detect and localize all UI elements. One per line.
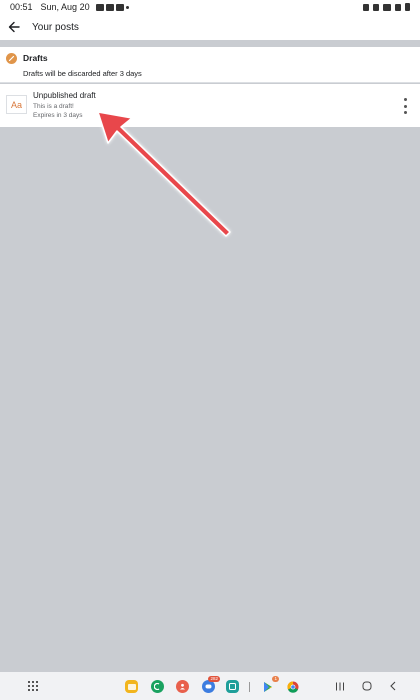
signal-icon: [395, 3, 401, 11]
drafts-section: Drafts Drafts will be discarded after 3 …: [0, 47, 420, 83]
more-vert-dot: [403, 111, 407, 114]
files-app-icon[interactable]: [125, 680, 138, 693]
grid-dot: [28, 681, 30, 683]
draft-expiry: Expires in 3 days: [33, 112, 83, 119]
status-bar: 00:51 Sun, Aug 20: [0, 0, 420, 14]
messages-badge: 282: [208, 676, 220, 682]
more-options-button[interactable]: [400, 98, 410, 114]
grid-dot: [32, 685, 34, 687]
more-notifications-icon: [125, 5, 129, 9]
alarm-icon: [363, 3, 369, 11]
recent-apps-button[interactable]: [333, 680, 347, 692]
mute-icon: [373, 3, 379, 11]
more-vert-dot: [403, 104, 407, 108]
home-button[interactable]: [360, 680, 374, 692]
page-title: Your posts: [32, 21, 79, 33]
grid-dot: [32, 681, 34, 683]
grid-dot: [36, 681, 38, 683]
chrome-app-icon[interactable]: [286, 680, 299, 693]
contacts-app-icon[interactable]: [176, 680, 189, 693]
gallery-icon: [95, 3, 104, 11]
navigation-bar: 282 1: [0, 672, 420, 700]
section-divider: [0, 40, 420, 47]
messages-app-icon[interactable]: 282: [202, 676, 220, 693]
grid-dot: [32, 689, 34, 691]
wifi-icon: [383, 3, 391, 11]
home-icon: [362, 681, 372, 691]
youtube-icon: [115, 3, 124, 11]
back-button[interactable]: [6, 19, 22, 35]
more-vert-icon: [403, 98, 407, 101]
pencil-icon: [6, 53, 17, 64]
grid-dot: [36, 689, 38, 691]
drafts-title: Drafts: [23, 53, 48, 63]
chat-icon: [105, 3, 114, 11]
status-date: Sun, Aug 20: [40, 2, 90, 12]
draft-title: Unpublished draft: [33, 91, 96, 100]
arrow-left-icon: [8, 21, 20, 33]
play-store-badge: 1: [272, 676, 279, 682]
system-icons: [363, 3, 410, 11]
draft-thumbnail: Aa: [6, 95, 27, 114]
dock-separator: [249, 682, 250, 692]
battery-icon: [405, 3, 410, 11]
app-drawer-icon[interactable]: [28, 681, 38, 691]
chevron-left-icon: [390, 681, 396, 691]
back-nav-button[interactable]: [386, 680, 400, 692]
app-header: Your posts: [0, 14, 420, 40]
grid-dot: [36, 685, 38, 687]
grid-dot: [28, 689, 30, 691]
play-store-app-icon[interactable]: 1: [261, 676, 279, 693]
arrow-shape: [97, 111, 231, 237]
drafts-subtitle: Drafts will be discarded after 3 days: [23, 69, 142, 78]
calendar-app-icon[interactable]: [226, 680, 239, 693]
notification-icons: [95, 3, 129, 11]
status-time: 00:51: [10, 2, 33, 12]
recent-apps-icon: [336, 682, 344, 690]
phone-app-icon[interactable]: [151, 680, 164, 693]
draft-preview: This is a draft!: [33, 103, 74, 110]
grid-dot: [28, 685, 30, 687]
draft-item[interactable]: Aa Unpublished draft This is a draft! Ex…: [0, 84, 420, 127]
